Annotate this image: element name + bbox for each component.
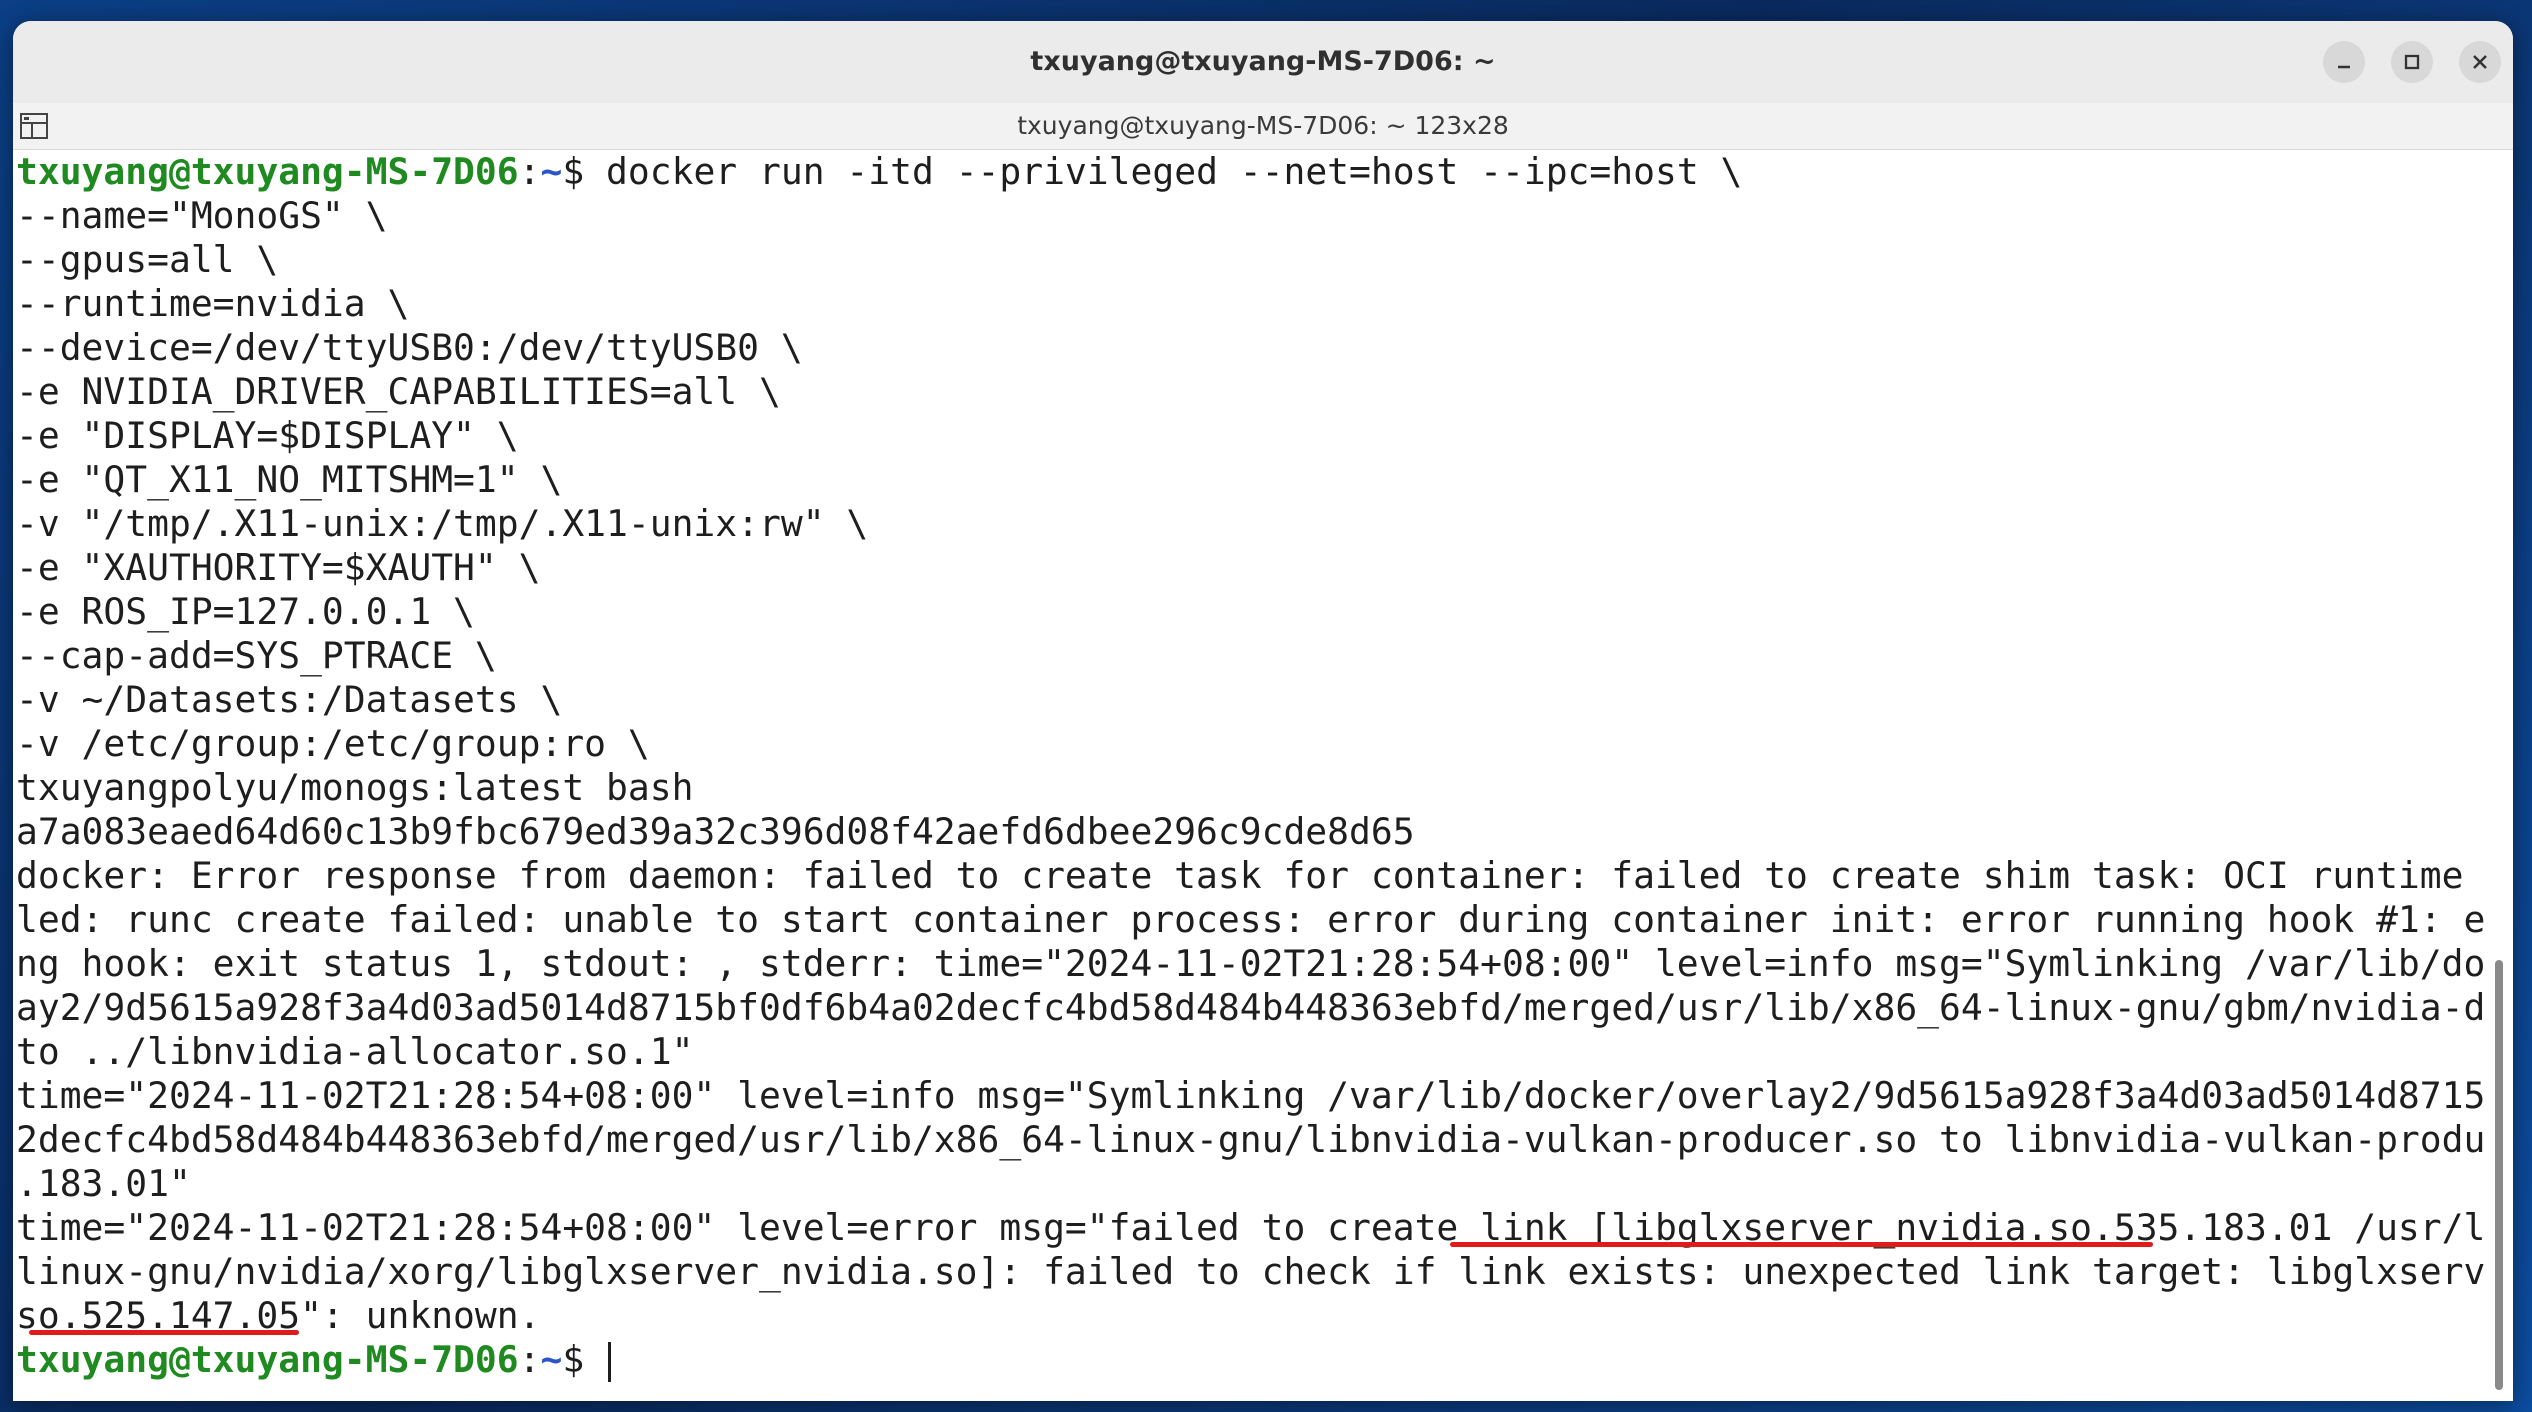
- terminal-line: a7a083eaed64d60c13b9fbc679ed39a32c396d08…: [16, 810, 1415, 853]
- terminal-line: --runtime=nvidia \: [16, 282, 410, 325]
- scrollbar[interactable]: [2493, 150, 2507, 1401]
- prompt-symbol: $: [562, 150, 607, 193]
- terminal-line: -e "XAUTHORITY=$XAUTH" \: [16, 546, 541, 589]
- prompt-user-host: txuyang@txuyang-MS-7D06: [16, 150, 519, 193]
- tab-bar: txuyang@txuyang-MS-7D06: ~ 123x28: [13, 103, 2513, 150]
- current-prompt-line[interactable]: txuyang@txuyang-MS-7D06:~$: [13, 1338, 2487, 1382]
- terminal-line: led: runc create failed: unable to start…: [16, 898, 2487, 941]
- terminal-line: txuyangpolyu/monogs:latest bash: [16, 766, 694, 809]
- annotation-underline-libglx: [1450, 1242, 2153, 1247]
- terminal-line: 2decfc4bd58d484b448363ebfd/merged/usr/li…: [16, 1118, 2487, 1161]
- terminal-line: --cap-add=SYS_PTRACE \: [16, 634, 497, 677]
- terminal-line: --name="MonoGS" \: [16, 194, 388, 237]
- terminal-line: -v ~/Datasets:/Datasets \: [16, 678, 563, 721]
- text-cursor: [608, 1342, 612, 1382]
- annotation-underline-version: [29, 1330, 299, 1335]
- terminal-line: -e ROS_IP=127.0.0.1 \: [16, 590, 475, 633]
- terminal-line: -e "QT_X11_NO_MITSHM=1" \: [16, 458, 563, 501]
- prompt-path: ~: [540, 150, 563, 193]
- prompt-separator: :: [518, 1338, 541, 1381]
- minimize-icon: [2338, 65, 2350, 69]
- minimize-button[interactable]: [2323, 41, 2365, 83]
- command-text: docker run -itd --privileged --net=host …: [606, 150, 1743, 193]
- close-button[interactable]: [2459, 41, 2501, 83]
- terminal-line: -e NVIDIA_DRIVER_CAPABILITIES=all \: [16, 370, 781, 413]
- terminal-line: -v /etc/group:/etc/group:ro \: [16, 722, 650, 765]
- scrollbar-thumb[interactable]: [2495, 960, 2503, 1390]
- terminal-line: time="2024-11-02T21:28:54+08:00" level=i…: [16, 1074, 2487, 1117]
- maximize-button[interactable]: [2391, 41, 2433, 83]
- close-icon: [2473, 55, 2487, 69]
- command-line: txuyang@txuyang-MS-7D06:~$ docker run -i…: [13, 150, 2487, 194]
- prompt-path: ~: [540, 1338, 563, 1381]
- window-title: txuyang@txuyang-MS-7D06: ~: [1030, 46, 1496, 77]
- terminal-line: linux-gnu/nvidia/xorg/libglxserver_nvidi…: [16, 1250, 2487, 1293]
- prompt-user-host: txuyang@txuyang-MS-7D06: [16, 1338, 519, 1381]
- maximize-icon: [2404, 54, 2420, 70]
- terminal-line: to ../libnvidia-allocator.so.1": [16, 1030, 694, 1073]
- terminal-line: ng hook: exit status 1, stdout: , stderr…: [16, 942, 2487, 985]
- terminal-line: -v "/tmp/.X11-unix:/tmp/.X11-unix:rw" \: [16, 502, 869, 545]
- prompt-symbol: $: [562, 1338, 607, 1381]
- title-bar[interactable]: txuyang@txuyang-MS-7D06: ~: [13, 21, 2513, 104]
- terminal-line: -e "DISPLAY=$DISPLAY" \: [16, 414, 519, 457]
- terminal-line: docker: Error response from daemon: fail…: [16, 854, 2487, 897]
- terminal-output[interactable]: txuyang@txuyang-MS-7D06:~$ docker run -i…: [13, 150, 2487, 1401]
- terminal-line: .183.01": [16, 1162, 191, 1205]
- terminal-line: ay2/9d5615a928f3a4d03ad5014d8715bf0df6b4…: [16, 986, 2487, 1029]
- prompt-separator: :: [518, 150, 541, 193]
- terminal-line: so.525.147.05": unknown.: [16, 1294, 541, 1337]
- terminal-line: --device=/dev/ttyUSB0:/dev/ttyUSB0 \: [16, 326, 803, 369]
- terminal-window: txuyang@txuyang-MS-7D06: ~ txuyang@txuya…: [13, 21, 2513, 1401]
- tab-title[interactable]: txuyang@txuyang-MS-7D06: ~ 123x28: [13, 103, 2513, 149]
- terminal-line: --gpus=all \: [16, 238, 279, 281]
